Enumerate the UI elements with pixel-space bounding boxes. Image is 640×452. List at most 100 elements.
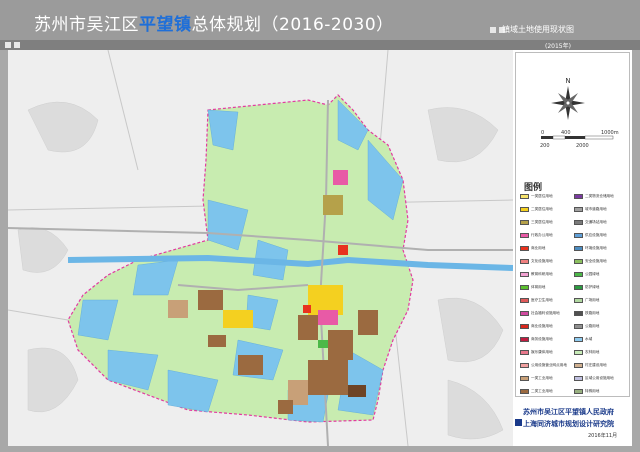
legend-swatch <box>574 389 583 394</box>
legend-swatch <box>574 298 583 303</box>
legend-swatch <box>520 363 529 368</box>
decor-square <box>490 27 496 33</box>
legend-swatch <box>520 324 529 329</box>
legend-label: 城市道路用地 <box>585 207 607 211</box>
page-title: 苏州市吴江区平望镇总体规划（2016-2030） <box>34 15 394 35</box>
legend-swatch <box>574 194 583 199</box>
legend-swatch <box>574 350 583 355</box>
legend-item: 城市道路用地 <box>574 206 607 213</box>
legend-item: 安全设施用地 <box>574 258 607 265</box>
legend-label: 农林用地 <box>585 350 600 354</box>
north-arrow-area: N 0 400 1000m 200 2000 <box>516 53 631 168</box>
legend-title: 图例 <box>524 183 543 193</box>
svg-text:200: 200 <box>540 143 550 149</box>
legend-item: 环境设施用地 <box>574 245 607 252</box>
svg-text:0: 0 <box>541 130 544 136</box>
compass-icon: N 0 400 1000m 200 2000 <box>540 77 619 149</box>
sheet-title: 镇域土地使用现状图 <box>502 25 574 34</box>
title-bar: 苏州市吴江区平望镇总体规划（2016-2030） 镇域土地使用现状图 (2015… <box>0 0 640 50</box>
legend-item: 教育科研用地 <box>520 271 553 278</box>
legend-item: 商业用地 <box>520 245 545 252</box>
title-bar-band <box>0 40 640 50</box>
legend-item: 二类居住用地 <box>520 206 553 213</box>
legend-swatch <box>574 272 583 277</box>
legend-label: 文化设施用地 <box>531 259 553 263</box>
legend-label: 一类居住用地 <box>531 194 553 198</box>
legend-item: 商务设施用地 <box>520 336 553 343</box>
legend-item: 村庄建设用地 <box>574 362 607 369</box>
frame-left <box>0 50 8 452</box>
legend-label: 医疗卫生用地 <box>531 298 553 302</box>
legend-swatch <box>574 207 583 212</box>
legend-label: 防护绿地 <box>585 285 600 289</box>
legend-swatch <box>520 220 529 225</box>
issue-date: 2016年11月 <box>588 433 618 439</box>
legend-item: 一类居住用地 <box>520 193 553 200</box>
legend-swatch <box>520 389 529 394</box>
legend-label: 商务设施用地 <box>531 337 553 341</box>
legend-item: 一类工业用地 <box>520 375 553 382</box>
legend-label: 行政办公用地 <box>531 233 553 237</box>
title-block: 苏州市吴江区平望镇人民政府 上海同济城市规划设计研究院 2016年11月 <box>515 396 630 444</box>
legend-item: 公路用地 <box>574 323 599 330</box>
legend-item: 三类居住用地 <box>520 219 553 226</box>
legend-item: 体育用地 <box>520 284 545 291</box>
legend-label: 安全设施用地 <box>585 259 607 263</box>
legend-item: 公用设施营业网点用地 <box>520 362 567 369</box>
legend-item: 特殊用地 <box>574 388 599 395</box>
legend-swatch <box>520 376 529 381</box>
legend-label: 二类居住用地 <box>531 207 553 211</box>
scale-bar: 0 400 1000m 200 2000 <box>540 130 619 149</box>
svg-text:2000: 2000 <box>576 143 589 149</box>
legend-swatch <box>574 324 583 329</box>
legend-item: 水域 <box>574 336 592 343</box>
legend-item: 二类物流仓储用地 <box>574 193 614 200</box>
legend-swatch <box>520 246 529 251</box>
legend-label: 一类工业用地 <box>531 376 553 380</box>
legend-swatch <box>520 207 529 212</box>
decor-square <box>14 42 20 48</box>
north-label: N <box>565 77 570 85</box>
legend-item: 行政办公用地 <box>520 232 553 239</box>
legend-label: 商业设施用地 <box>531 324 553 328</box>
legend-label: 区域公用设施用地 <box>585 376 614 380</box>
legend-swatch <box>520 311 529 316</box>
legend-swatch <box>574 311 583 316</box>
legend-item: 娱乐康体用地 <box>520 349 553 356</box>
legend-label: 特殊用地 <box>585 389 600 393</box>
legend-swatch <box>574 337 583 342</box>
legend-label: 村庄建设用地 <box>585 363 607 367</box>
legend-label: 公路用地 <box>585 324 600 328</box>
legend-item: 医疗卫生用地 <box>520 297 553 304</box>
decor-square <box>5 42 11 48</box>
designer-name: 上海同济城市规划设计研究院 <box>523 420 614 428</box>
legend-swatch <box>574 363 583 368</box>
legend-label: 教育科研用地 <box>531 272 553 276</box>
legend-swatch <box>574 285 583 290</box>
legend-item: 社会福利设施用地 <box>520 310 560 317</box>
legend-label: 交通场站用地 <box>585 220 607 224</box>
legend-label: 公用设施营业网点用地 <box>531 363 567 367</box>
legend-label: 娱乐康体用地 <box>531 350 553 354</box>
issuer-name: 苏州市吴江区平望镇人民政府 <box>523 408 614 416</box>
legend-swatch <box>520 298 529 303</box>
legend-label: 广场用地 <box>585 298 600 302</box>
legend-label: 三类居住用地 <box>531 220 553 224</box>
legend-swatch <box>520 285 529 290</box>
legend-item: 铁路用地 <box>574 310 599 317</box>
legend-item: 二类工业用地 <box>520 388 553 395</box>
legend-label: 公园绿地 <box>585 272 600 276</box>
legend-label: 商业用地 <box>531 246 546 250</box>
legend-item: 交通场站用地 <box>574 219 607 226</box>
legend-label: 水域 <box>585 337 593 341</box>
legend-label: 体育用地 <box>531 285 546 289</box>
legend-item: 广场用地 <box>574 297 599 304</box>
legend-label: 二类物流仓储用地 <box>585 194 614 198</box>
svg-text:1000m: 1000m <box>601 130 619 136</box>
legend-swatch <box>520 337 529 342</box>
legend-item: 公园绿地 <box>574 271 599 278</box>
map-canvas[interactable] <box>8 50 513 446</box>
legend-swatch <box>574 246 583 251</box>
legend-item: 区域公用设施用地 <box>574 375 614 382</box>
legend-label: 铁路用地 <box>585 311 600 315</box>
